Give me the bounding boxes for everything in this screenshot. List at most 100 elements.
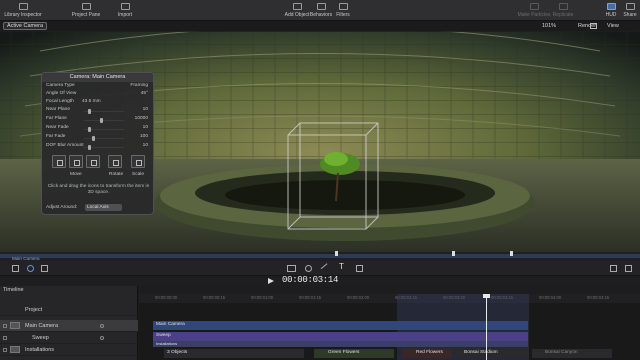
share-icon	[625, 3, 635, 10]
enable-checkbox[interactable]	[3, 348, 7, 352]
mini-timeline-bar[interactable]	[0, 254, 640, 258]
enable-checkbox[interactable]	[3, 324, 7, 328]
viewer-header: Active Camera 101% Render View	[0, 21, 640, 32]
camera-icon[interactable]	[590, 23, 597, 29]
near-plane-slider[interactable]	[84, 109, 124, 114]
make-particles-button[interactable]: Make Particles	[517, 0, 551, 21]
camera-target-icon[interactable]	[100, 324, 104, 328]
hud-title: Camera: Main Camera	[42, 73, 153, 82]
mask-rect-icon[interactable]	[356, 265, 363, 272]
ruler-tick: 00:00:01:15	[299, 295, 322, 300]
hud-row-angle-of-view[interactable]: Angle Of View 45°	[46, 91, 150, 99]
mask-tool-icon[interactable]	[305, 265, 312, 272]
hud-row-dof-blur[interactable]: DOF Blur Amount 10	[46, 143, 150, 151]
scale-tool[interactable]	[131, 155, 145, 168]
share-button[interactable]: Share	[621, 0, 639, 21]
clip-bonsai-canyon[interactable]: Bonsai Canyon	[532, 349, 612, 358]
behaviors-icon	[316, 3, 326, 10]
ruler-tick: 00:00:02:00	[347, 295, 370, 300]
move-z-tool[interactable]	[69, 155, 83, 168]
layer-row-installations[interactable]: Installations	[0, 344, 138, 356]
shape-tool-icon[interactable]	[287, 265, 296, 272]
playhead[interactable]	[486, 294, 487, 360]
clip-bonsai-stadium[interactable]: Bonsai Stadium	[454, 349, 529, 358]
play-icon[interactable]	[268, 278, 274, 284]
layer-row-main-camera[interactable]: Main Camera	[0, 320, 138, 332]
behavior-icon[interactable]	[100, 336, 104, 340]
timeline-label: Timeline	[3, 287, 24, 293]
project-pane-icon	[81, 3, 91, 10]
near-fade-slider[interactable]	[84, 127, 124, 132]
mini-in-marker[interactable]	[335, 251, 338, 256]
toolbar: Library Inspector Project Pane Import Ad…	[0, 0, 640, 21]
far-fade-slider[interactable]	[84, 136, 124, 141]
move-yz-tool[interactable]	[86, 155, 100, 168]
hud-icon	[606, 3, 616, 10]
hud-row-far-plane[interactable]: Far Plane 10000	[46, 116, 150, 124]
hud-row-near-plane[interactable]: Near Plane 10	[46, 107, 150, 115]
replicate-icon	[558, 3, 568, 10]
adjust-around-label: Adjust Around:	[46, 205, 78, 210]
clip-installations[interactable]: Installations	[153, 341, 528, 347]
filters-icon	[338, 3, 348, 10]
hud-hint: Click and drag the icons to transform th…	[47, 184, 150, 195]
camera-hud: Camera: Main Camera Camera Type Framing A…	[41, 72, 154, 215]
layer-thumbnail	[10, 322, 20, 329]
clip-green-flowers[interactable]: Green Flowers	[314, 349, 394, 358]
timecode-display[interactable]: 00:00:03:14	[282, 275, 338, 285]
ruler-tick: 00:00:01:00	[251, 295, 274, 300]
clip-main-camera[interactable]: Main Camera	[153, 321, 528, 330]
rotate-tool[interactable]	[108, 155, 122, 168]
library-inspector-button[interactable]: Library Inspector	[3, 0, 43, 21]
loop-icon[interactable]	[625, 265, 632, 272]
clip-objects[interactable]: 3 Objects	[164, 349, 304, 358]
scale-label: Scale	[132, 172, 144, 177]
pan-tool-icon[interactable]	[41, 265, 48, 272]
zoom-level-menu[interactable]: 101%	[542, 23, 556, 29]
3d-transform-icon[interactable]	[27, 265, 34, 272]
adjust-around-select[interactable]: Local Axis	[85, 204, 122, 211]
hud-button[interactable]: HUD	[602, 0, 620, 21]
audio-icon[interactable]	[610, 265, 617, 272]
text-tool-icon[interactable]: T	[339, 262, 344, 271]
clip-sweep[interactable]: Sweep	[153, 332, 528, 341]
mini-playhead[interactable]	[452, 251, 455, 256]
clip-red-flowers[interactable]: Red Flowers	[402, 349, 452, 358]
tool-bar: T	[0, 261, 640, 276]
hud-row-far-fade[interactable]: Far Fade 100	[46, 134, 150, 142]
playhead-handle[interactable]	[483, 294, 490, 298]
behaviors-button[interactable]: Behaviors	[309, 0, 333, 21]
move-xy-tool[interactable]	[52, 155, 66, 168]
hud-row-focal-length[interactable]: Focal Length 43.5 mm	[46, 99, 150, 107]
ruler-tick: 00:00:00:00	[155, 295, 178, 300]
layer-row-project[interactable]: Project	[0, 304, 138, 316]
hud-row-camera-type[interactable]: Camera Type Framing	[46, 83, 150, 91]
import-icon	[120, 3, 130, 10]
enable-checkbox[interactable]	[3, 336, 7, 340]
filters-button[interactable]: Filters	[333, 0, 353, 21]
timeline-ruler[interactable]: 00:00:00:00 00:00:00:15 00:00:01:00 00:0…	[139, 294, 640, 303]
view-menu[interactable]: View	[607, 23, 619, 29]
ruler-tick: 00:00:04:00	[539, 295, 562, 300]
rotate-label: Rotate	[109, 172, 124, 177]
select-tool-icon[interactable]	[12, 265, 19, 272]
motion-app: Library Inspector Project Pane Import Ad…	[0, 0, 640, 360]
pen-tool-icon[interactable]	[320, 263, 332, 274]
active-camera-menu[interactable]: Active Camera	[3, 22, 48, 30]
ruler-tick: 00:00:04:15	[587, 295, 610, 300]
ruler-tick: 00:00:00:15	[203, 295, 226, 300]
replicate-button[interactable]: Replicate	[550, 0, 576, 21]
make-particles-icon	[529, 3, 539, 10]
layer-thumbnail	[10, 346, 20, 353]
far-plane-slider[interactable]	[84, 118, 124, 123]
mini-out-marker[interactable]	[510, 251, 513, 256]
import-button[interactable]: Import	[113, 0, 137, 21]
dof-blur-slider[interactable]	[84, 145, 124, 150]
add-object-button[interactable]: Add Object	[284, 0, 310, 21]
layer-row-sweep[interactable]: Sweep	[0, 332, 138, 344]
library-inspector-icon	[18, 3, 28, 10]
project-pane-button[interactable]: Project Pane	[68, 0, 104, 21]
layers-panel: Timeline Project Main Camera Sweep Insta…	[0, 286, 138, 360]
hud-row-near-fade[interactable]: Near Fade 10	[46, 125, 150, 133]
move-label: Move	[70, 172, 82, 177]
